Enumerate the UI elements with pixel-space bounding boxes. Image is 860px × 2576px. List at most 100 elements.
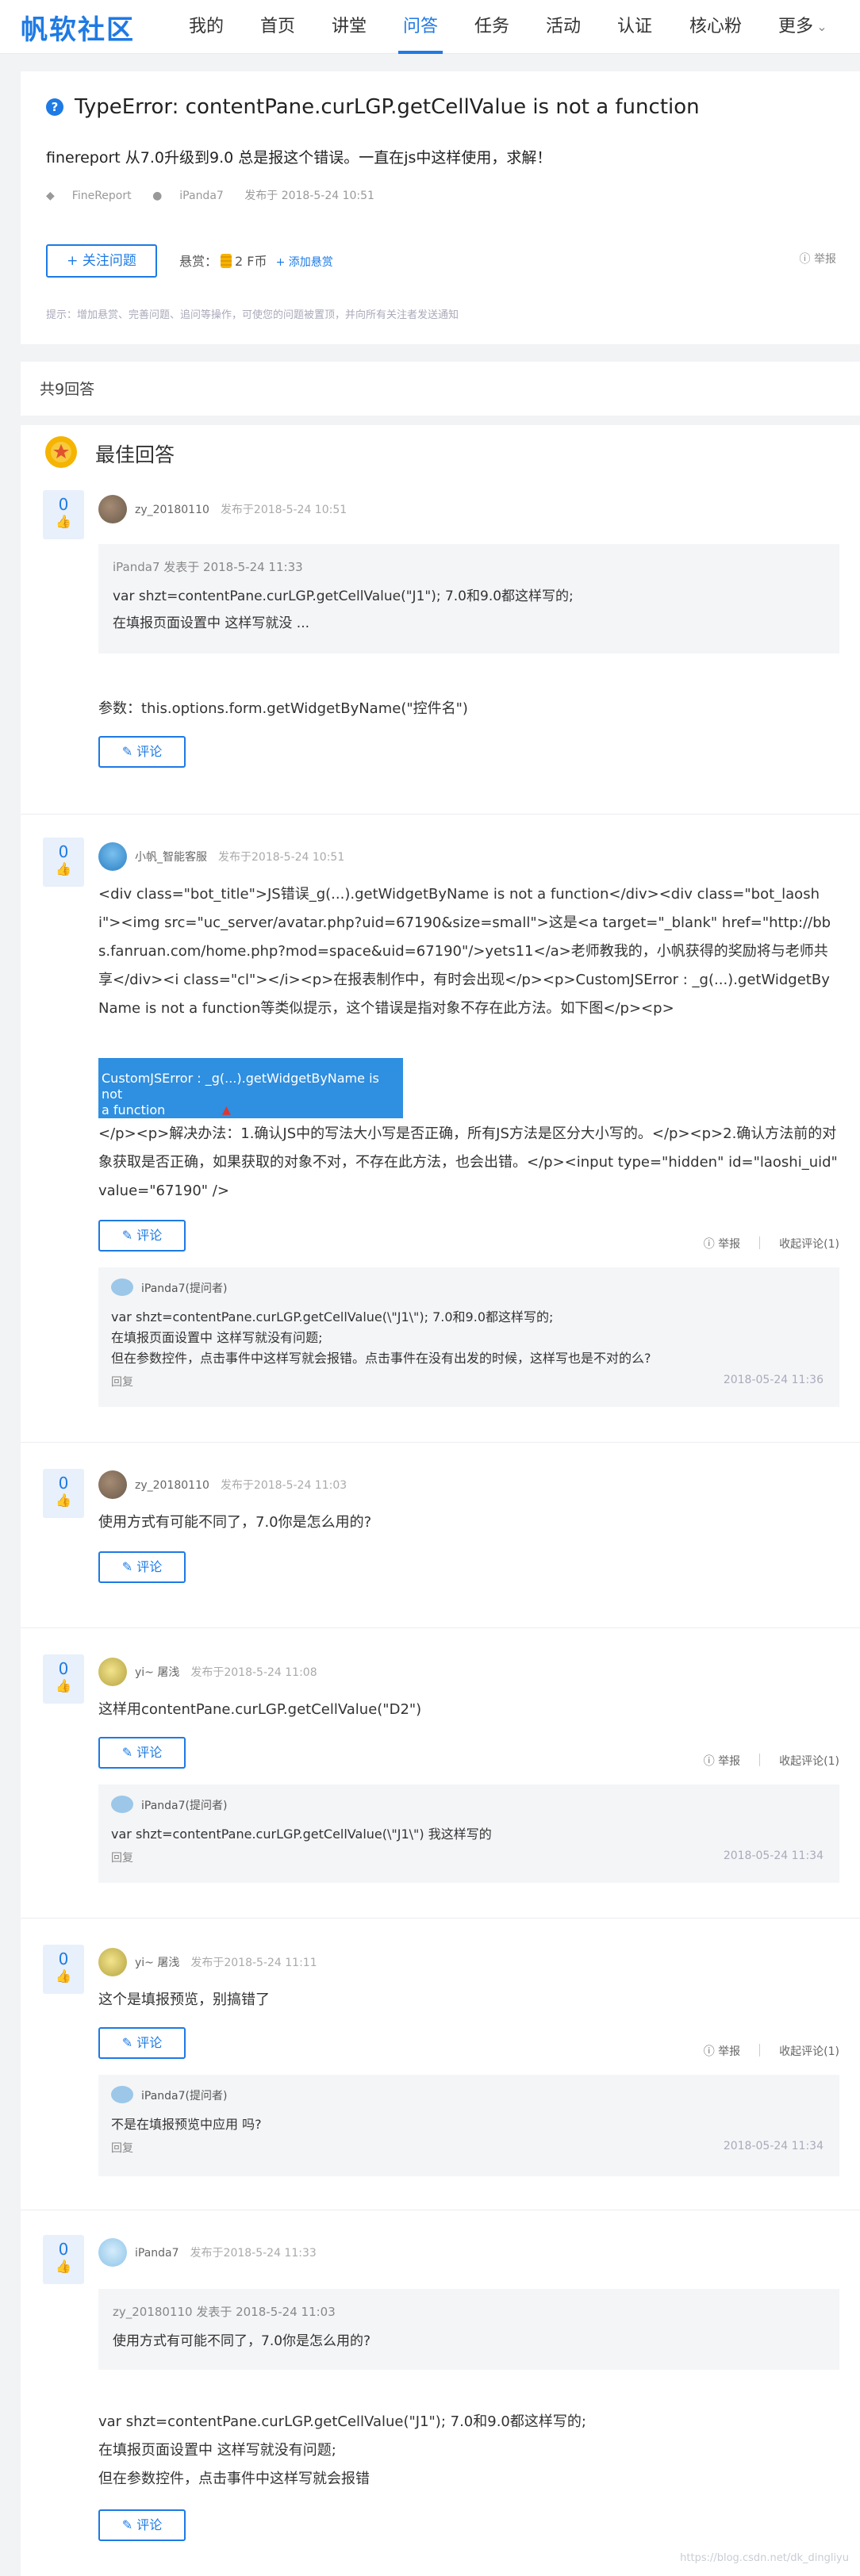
- edit-icon: ✎: [121, 1745, 137, 1760]
- answer-author: zy_20180110 发布于2018-5-24 11:03: [135, 1477, 347, 1493]
- answer-time: 发布于2018-5-24 11:03: [220, 1479, 347, 1492]
- thumbs-up-icon[interactable]: 👍: [43, 1493, 84, 1508]
- vote-box[interactable]: 0 👍: [43, 1654, 84, 1704]
- nav-item-certify[interactable]: 认证: [612, 0, 657, 54]
- answer-text: 参数：this.options.form.getWidgetByName("控件…: [98, 700, 468, 717]
- nav-item-mine[interactable]: 我的: [184, 0, 228, 54]
- thumbs-up-icon[interactable]: 👍: [43, 1968, 84, 1984]
- edit-icon: ✎: [121, 2517, 137, 2532]
- thumbs-up-icon[interactable]: 👍: [43, 514, 84, 529]
- avatar[interactable]: [98, 1948, 127, 1976]
- comment-button[interactable]: ✎ 评论: [98, 1551, 186, 1583]
- comment-button[interactable]: ✎ 评论: [98, 1220, 186, 1252]
- answer-actions: ⓘ 举报 收起评论(1): [704, 2043, 839, 2059]
- avatar[interactable]: [98, 495, 127, 523]
- divider: [21, 1918, 860, 1919]
- reply-link[interactable]: 回复: [111, 2142, 133, 2155]
- nav-item-home[interactable]: 首页: [255, 0, 300, 54]
- thumbs-up-icon[interactable]: 👍: [43, 2259, 84, 2274]
- report-link[interactable]: ⓘ 举报: [704, 1238, 740, 1251]
- error-line: a function: [102, 1102, 166, 1117]
- collapse-comments-link[interactable]: 收起评论(1): [779, 1755, 839, 1768]
- reply-box: iPanda7(提问者) 不是在填报预览中应用 吗? 回复 2018-05-24 …: [98, 2075, 839, 2176]
- vote-count: 0: [58, 842, 69, 861]
- quote-block: zy_20180110 发表于 2018-5-24 11:03 使用方式有可能不…: [98, 2289, 839, 2370]
- follow-question-button[interactable]: + 关注问题: [46, 244, 157, 278]
- reply-link[interactable]: 回复: [111, 1376, 133, 1389]
- error-screenshot: CustomJSError : _g(...).getWidgetByName …: [98, 1058, 403, 1118]
- reply-user[interactable]: iPanda7(提问者): [141, 2090, 227, 2103]
- question-title-text: TypeError: contentPane.curLGP.getCellVal…: [75, 95, 700, 119]
- reply-link[interactable]: 回复: [111, 1852, 133, 1865]
- thumbs-up-icon[interactable]: 👍: [43, 861, 84, 876]
- report-question-link[interactable]: ⓘ 举报: [800, 251, 836, 266]
- nav-item-tasks[interactable]: 任务: [470, 0, 514, 54]
- vote-box[interactable]: 0 👍: [43, 1945, 84, 1994]
- reply-line: var shzt=contentPane.curLGP.getCellValue…: [111, 1309, 554, 1324]
- comment-button[interactable]: ✎ 评论: [98, 2027, 186, 2059]
- vote-box[interactable]: 0 👍: [43, 1469, 84, 1518]
- nav-item-lectures[interactable]: 讲堂: [327, 0, 371, 54]
- author-name[interactable]: yi~ 屠浅: [135, 1666, 179, 1679]
- author-name[interactable]: yi~ 屠浅: [135, 1957, 179, 1969]
- thumbs-up-icon[interactable]: 👍: [43, 1678, 84, 1693]
- answer-author: iPanda7 发布于2018-5-24 11:33: [135, 2244, 317, 2260]
- question-card: ? TypeError: contentPane.curLGP.getCellVa…: [21, 71, 860, 344]
- author-name[interactable]: zy_20180110: [135, 1479, 209, 1492]
- chevron-down-icon[interactable]: ⌄: [814, 0, 830, 54]
- vote-box[interactable]: 0 👍: [43, 2235, 84, 2284]
- comment-label: 评论: [136, 1559, 163, 1574]
- nav-item-more[interactable]: 更多: [774, 0, 818, 54]
- report-link[interactable]: ⓘ 举报: [704, 2045, 740, 2058]
- report-label: 举报: [814, 253, 836, 266]
- edit-icon: ✎: [121, 1559, 137, 1574]
- nav-item-events[interactable]: 活动: [541, 0, 585, 54]
- answer-line: var shzt=contentPane.curLGP.getCellValue…: [98, 2413, 586, 2430]
- vote-box[interactable]: 0 👍: [43, 490, 84, 539]
- author-name[interactable]: iPanda7: [135, 2247, 179, 2260]
- question-tag[interactable]: FineReport: [72, 190, 132, 202]
- comment-button[interactable]: ✎ 评论: [98, 2509, 186, 2541]
- question-meta: ◆ FineReport ● iPanda7 发布于 2018-5-24 10:51: [46, 187, 392, 203]
- vote-box[interactable]: 0 👍: [43, 838, 84, 887]
- author-name[interactable]: zy_20180110: [135, 504, 209, 516]
- reply-date: 2018-05-24 11:34: [723, 1850, 824, 1862]
- add-bounty-link[interactable]: + 添加悬赏: [276, 256, 333, 269]
- bot-avatar[interactable]: [98, 842, 127, 871]
- collapse-comments-link[interactable]: 收起评论(1): [779, 2045, 839, 2058]
- answer-author: yi~ 屠浅 发布于2018-5-24 11:08: [135, 1664, 317, 1680]
- nav-item-qa[interactable]: 问答: [398, 0, 443, 54]
- answer-text: 这个是填报预览，别搞错了: [98, 1991, 270, 2008]
- report-label: 举报: [718, 2045, 741, 2058]
- question-title: ? TypeError: contentPane.curLGP.getCellVa…: [46, 95, 700, 119]
- reply-header: iPanda7(提问者): [111, 1278, 827, 1296]
- reply-text: var shzt=contentPane.curLGP.getCellValue…: [111, 1307, 827, 1369]
- author-name[interactable]: 小帆_智能客服: [135, 851, 207, 864]
- site-logo[interactable]: 帆软社区: [21, 8, 135, 47]
- reply-footer: 回复 2018-05-24 11:34: [111, 2140, 827, 2156]
- reply-avatar: [111, 1796, 133, 1813]
- report-link[interactable]: ⓘ 举报: [704, 1755, 740, 1768]
- answer-text: 使用方式有可能不同了，7.0你是怎么用的?: [98, 1514, 372, 1531]
- answers-count: 共9回答: [21, 362, 860, 416]
- collapse-comments-link[interactable]: 收起评论(1): [779, 1238, 839, 1251]
- comment-button[interactable]: ✎ 评论: [98, 736, 186, 768]
- reply-user[interactable]: iPanda7(提问者): [141, 1282, 227, 1295]
- watermark: https://blog.csdn.net/dk_dingliyu: [680, 2552, 849, 2564]
- question-author[interactable]: iPanda7: [179, 190, 224, 202]
- reply-header: iPanda7(提问者): [111, 2086, 827, 2103]
- answer-author: 小帆_智能客服 发布于2018-5-24 10:51: [135, 849, 344, 864]
- avatar[interactable]: [98, 1470, 127, 1499]
- edit-icon: ✎: [121, 2035, 137, 2050]
- comment-button[interactable]: ✎ 评论: [98, 1737, 186, 1769]
- nav-item-core-fans[interactable]: 核心粉: [684, 0, 747, 54]
- coin-icon: [221, 254, 232, 268]
- avatar[interactable]: [98, 1658, 127, 1686]
- best-answer-heading: 最佳回答: [95, 443, 175, 466]
- report-label: 举报: [718, 1755, 741, 1768]
- quote-line: var shzt=contentPane.curLGP.getCellValue…: [113, 588, 574, 604]
- reply-user[interactable]: iPanda7(提问者): [141, 1800, 227, 1812]
- avatar[interactable]: [98, 2238, 127, 2267]
- answer-actions: ⓘ 举报 收起评论(1): [704, 1753, 839, 1769]
- vote-count: 0: [58, 1474, 69, 1493]
